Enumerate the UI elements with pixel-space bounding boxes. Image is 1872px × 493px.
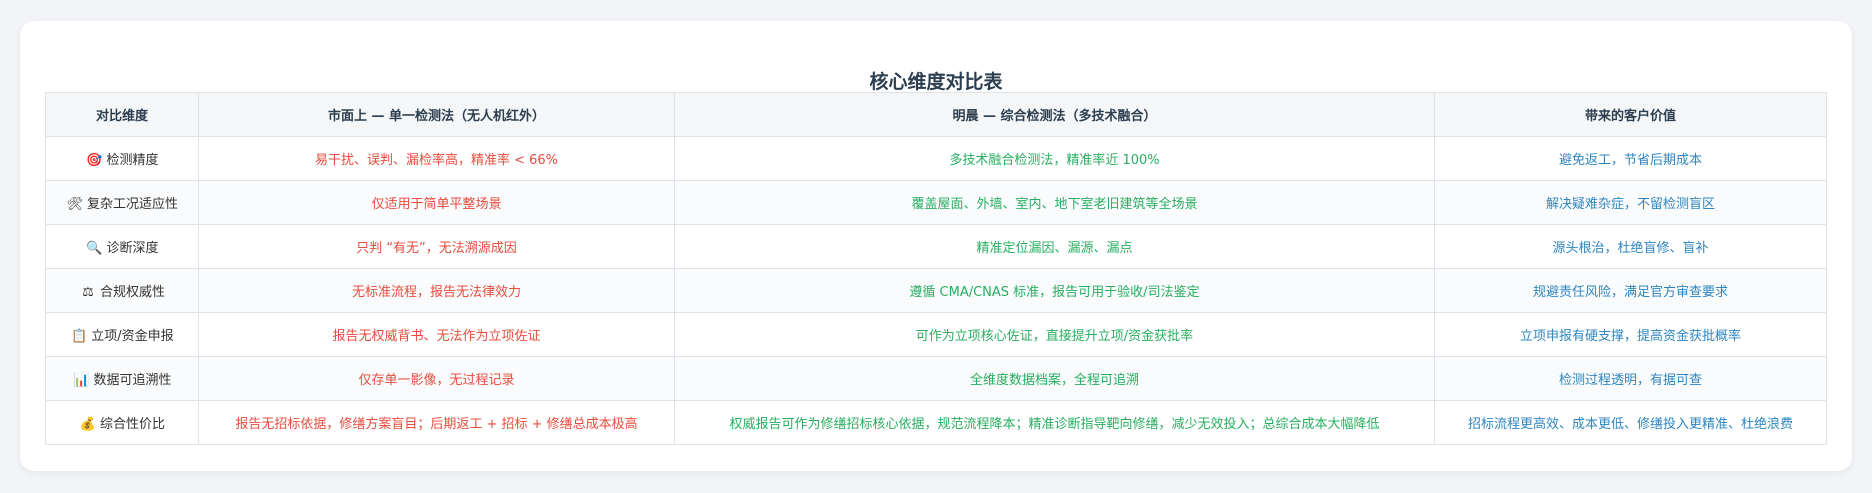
dimension-cell: 📋 立项/资金申报 [45,312,199,357]
money-bag-icon: 💰 [79,417,97,432]
minglang-cell: 遵循 CMA/CNAS 标准，报告可用于验收/司法鉴定 [674,268,1435,313]
minglang-cell: 精准定位漏因、漏源、漏点 [674,224,1435,269]
dimension-cell: 🛠 复杂工况适应性 [45,180,199,225]
value-cell: 避免返工，节省后期成本 [1434,136,1827,181]
table-row: 🔍 诊断深度 只判 “有无”，无法溯源成因 精准定位漏因、漏源、漏点 源头根治，杜绝盲修… [45,224,1827,269]
dimension-label: 合规权威性 [99,285,165,300]
market-cell: 仅适用于简单平整场景 [198,180,675,225]
market-cell: 报告无权威背书、无法作为立项佐证 [198,312,675,357]
market-cell: 易干扰、误判、漏检率高，精准率 < 66% [198,136,675,181]
scales-icon: ⚖ [82,285,94,300]
value-cell: 规避责任风险，满足官方审查要求 [1434,268,1827,313]
minglang-cell: 全维度数据档案，全程可追溯 [674,356,1435,401]
table-row: 🎯 检测精度 易干扰、误判、漏检率高，精准率 < 66% 多技术融合检测法，精准率近 … [45,136,1827,181]
page-title: 核心维度对比表 [869,71,1003,93]
value-cell: 解决疑难杂症，不留检测盲区 [1434,180,1827,225]
clipboard-icon: 📋 [71,329,88,344]
table-row: ⚖ 合规权威性 无标准流程，报告无法律效力 遵循 CMA/CNAS 标准，报告可用于验… [45,268,1827,313]
comparison-card: 核心维度对比表 对比维度 市面上 — 单一检测法（无人机红外） 明晨 — 综合检… [20,21,1852,471]
market-cell: 仅存单一影像，无过程记录 [198,356,675,401]
comparison-table: 对比维度 市面上 — 单一检测法（无人机红外） 明晨 — 综合检测法（多技术融合… [45,92,1827,445]
value-cell: 立项申报有硬支撑，提高资金获批概率 [1434,312,1827,357]
value-cell: 源头根治，杜绝盲修、盲补 [1434,224,1827,269]
table-row: 💰 综合性价比 报告无招标依据，修缮方案盲目；后期返工 + 招标 + 修缮总成本极高… [45,400,1827,445]
dimension-label: 诊断深度 [106,241,159,256]
dimension-cell: 💰 综合性价比 [45,400,199,445]
dimension-label: 复杂工况适应性 [86,197,178,212]
dimension-cell: 📊 数据可追溯性 [45,356,199,401]
tools-icon: 🛠 [66,197,84,212]
minglang-cell: 覆盖屋面、外墙、室内、地下室老旧建筑等全场景 [674,180,1435,225]
dimension-label: 综合性价比 [99,417,165,432]
dimension-cell: 🎯 检测精度 [45,136,199,181]
table-row: 📋 立项/资金申报 报告无权威背书、无法作为立项佐证 可作为立项核心佐证，直接提升立项… [45,312,1827,357]
market-cell: 无标准流程，报告无法律效力 [198,268,675,313]
table-row: 🛠 复杂工况适应性 仅适用于简单平整场景 覆盖屋面、外墙、室内、地下室老旧建筑等全场景… [45,180,1827,225]
minglang-cell: 可作为立项核心佐证，直接提升立项/资金获批率 [674,312,1435,357]
header-row: 对比维度 市面上 — 单一检测法（无人机红外） 明晨 — 综合检测法（多技术融合… [45,92,1827,137]
minglang-cell: 权威报告可作为修缮招标核心依据，规范流程降本；精准诊断指导靶向修缮，减少无效投入… [674,400,1435,445]
header-dimension: 对比维度 [45,92,199,137]
dimension-label: 立项/资金申报 [91,329,174,344]
target-icon: 🎯 [86,153,103,168]
dimension-label: 数据可追溯性 [93,373,172,388]
dimension-cell: ⚖ 合规权威性 [45,268,199,313]
header-value: 带来的客户价值 [1434,92,1827,137]
magnifier-icon: 🔍 [86,241,103,256]
dimension-label: 检测精度 [106,153,159,168]
header-minglang: 明晨 — 综合检测法（多技术融合） [674,92,1435,137]
dimension-cell: 🔍 诊断深度 [45,224,199,269]
minglang-cell: 多技术融合检测法，精准率近 100% [674,136,1435,181]
value-cell: 招标流程更高效、成本更低、修缮投入更精准、杜绝浪费 [1434,400,1827,445]
value-cell: 检测过程透明，有据可查 [1434,356,1827,401]
table-row: 📊 数据可追溯性 仅存单一影像，无过程记录 全维度数据档案，全程可追溯 检测过程透明，有… [45,356,1827,401]
header-market: 市面上 — 单一检测法（无人机红外） [198,92,675,137]
market-cell: 只判 “有无”，无法溯源成因 [198,224,675,269]
market-cell: 报告无招标依据，修缮方案盲目；后期返工 + 招标 + 修缮总成本极高 [198,400,675,445]
bar-chart-icon: 📊 [73,373,90,388]
